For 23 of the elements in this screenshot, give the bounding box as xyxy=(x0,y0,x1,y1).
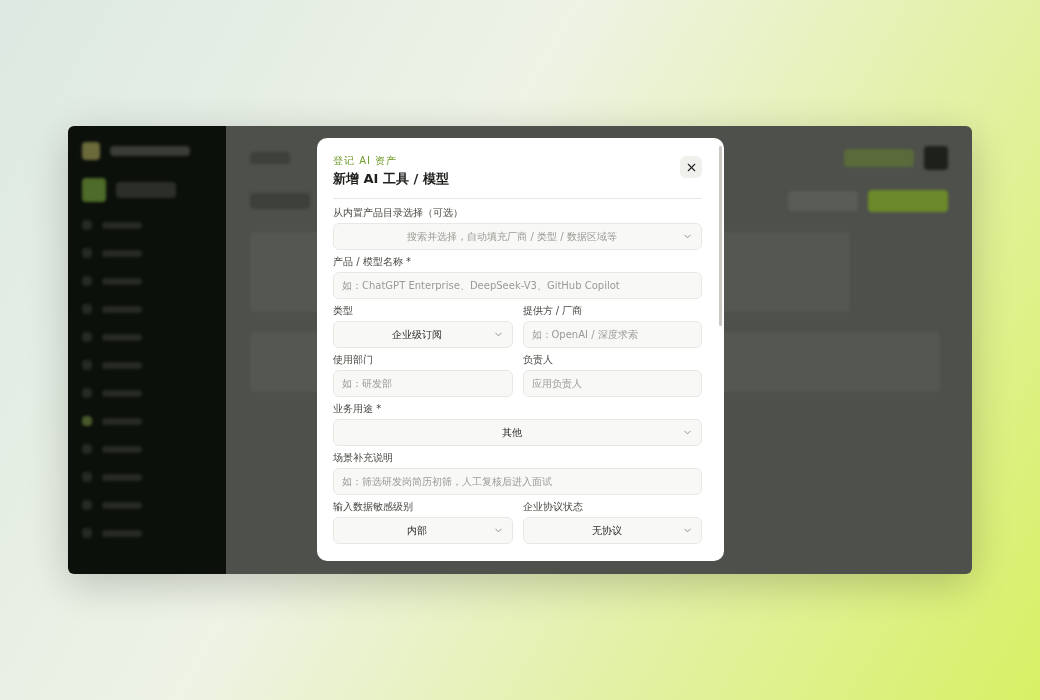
select-field[interactable]: 其他 xyxy=(333,419,702,446)
field-label: 业务用途 * xyxy=(333,403,383,415)
close-button[interactable] xyxy=(680,156,702,178)
input-field[interactable]: 应用负责人 xyxy=(522,370,702,397)
scrollbar[interactable] xyxy=(719,146,722,326)
field-label: 企业协议状态 xyxy=(522,501,584,513)
field-label: 从内置产品目录选择（可选） xyxy=(333,207,464,219)
select-field[interactable]: 内部 xyxy=(333,517,513,544)
field-label: 输入数据敏感级别 xyxy=(333,501,414,513)
dialog-title: 新增 AI 工具 / 模型 xyxy=(333,170,449,188)
input-field[interactable]: 如：OpenAI / 深度求索 xyxy=(522,321,702,348)
field-label: 提供方 / 厂商 xyxy=(522,305,584,317)
select-field[interactable]: 无协议 xyxy=(522,517,702,544)
field-label: 类型 xyxy=(333,305,354,317)
field-label: 产品 / 模型名称 * xyxy=(333,256,412,268)
input-field[interactable]: 如：ChatGPT Enterprise、DeepSeek-V3、GitHub Copilot xyxy=(333,272,702,299)
field-label: 使用部门 xyxy=(333,354,374,366)
field-label: 场景补充说明 xyxy=(333,452,394,464)
dialog-eyebrow: 登记 AI 资产 xyxy=(333,154,399,168)
field-label: 负责人 xyxy=(522,354,554,366)
input-field[interactable]: 如：筛选研发岗简历初筛，人工复核后进入面试 xyxy=(333,468,702,495)
select-field[interactable]: 企业级订阅 xyxy=(333,321,513,348)
input-field[interactable]: 如：研发部 xyxy=(333,370,513,397)
